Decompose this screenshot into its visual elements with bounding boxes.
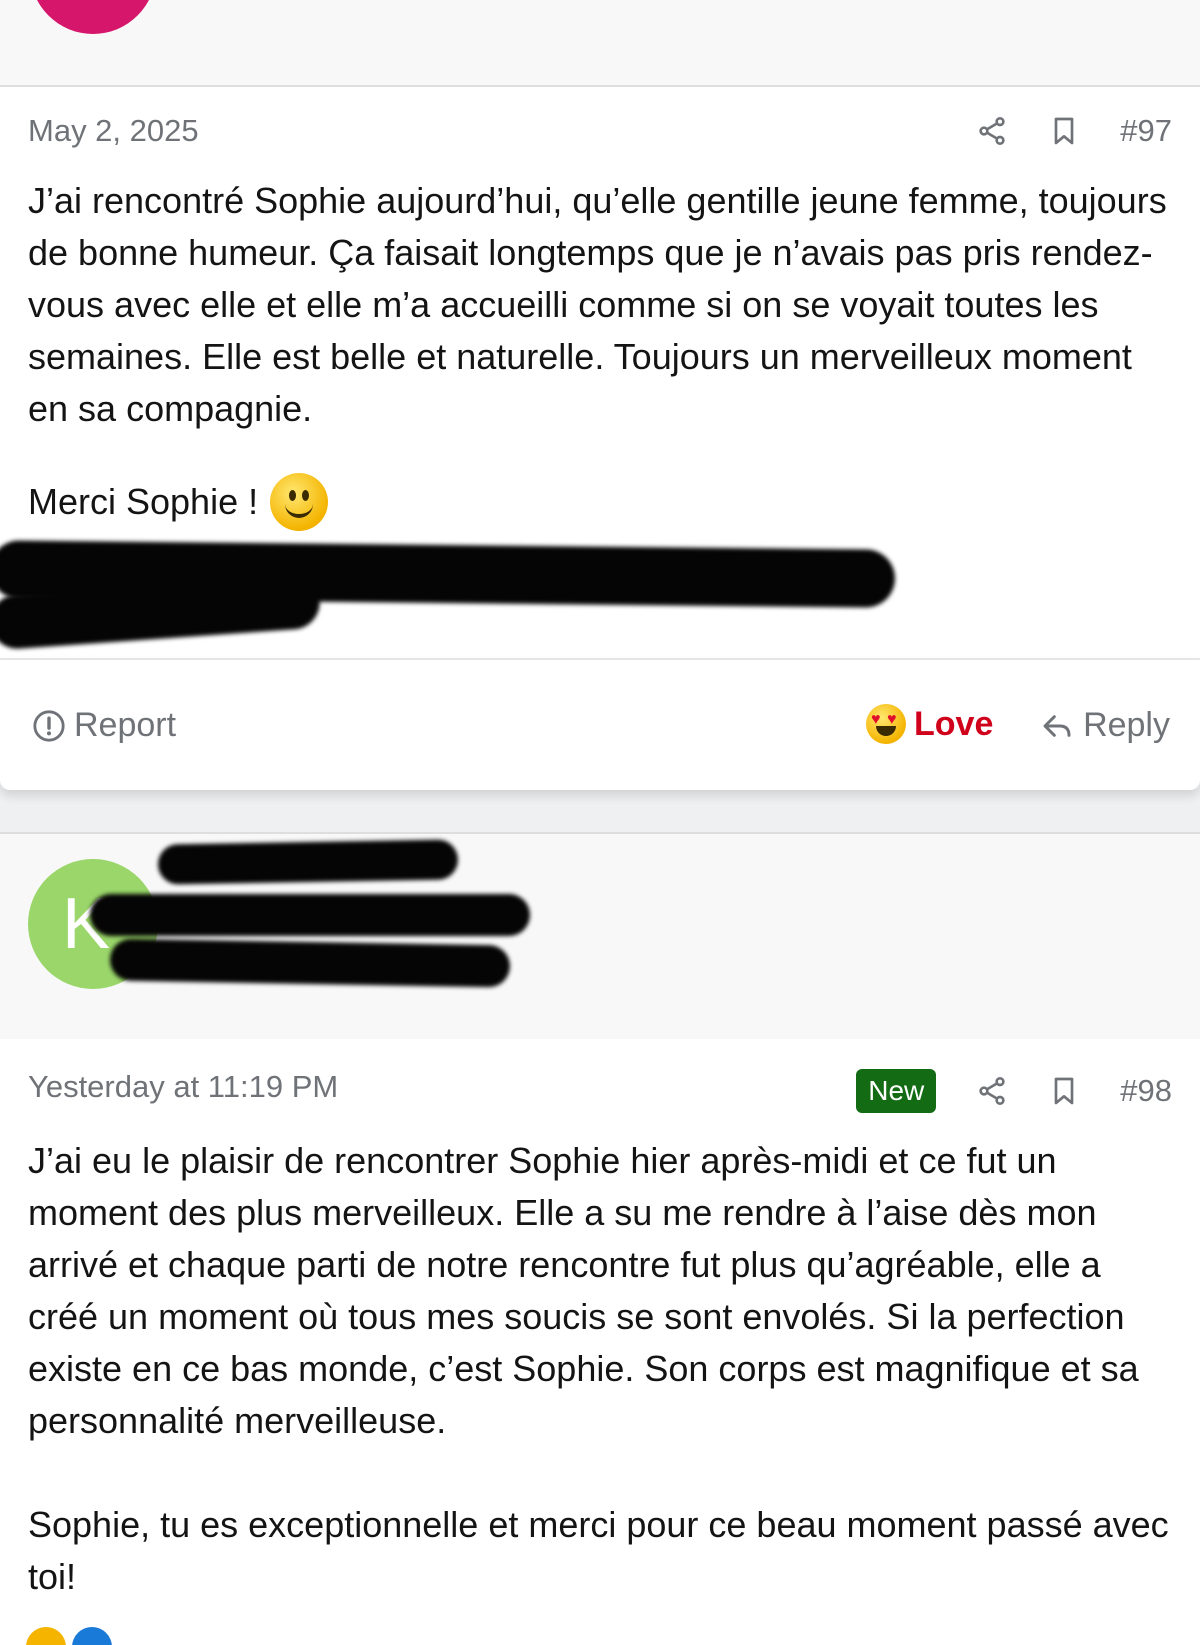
post-date[interactable]: Yesterday at 11:19 PM <box>28 1069 338 1105</box>
report-label: Report <box>74 706 177 744</box>
post-tools: New #98 <box>856 1069 1172 1113</box>
avatar[interactable] <box>30 0 156 34</box>
alert-circle-icon <box>33 709 65 742</box>
love-reaction-button[interactable]: ♥ ♥ Love <box>866 704 993 744</box>
post-number-link[interactable]: #97 <box>1120 113 1172 149</box>
reply-arrow-icon <box>1043 714 1071 737</box>
post-tools: #97 <box>976 113 1172 149</box>
post-closing-line: Sophie, tu es exceptionnelle et merci po… <box>28 1504 1179 1597</box>
forum-thread-page: May 2, 2025 #97 J’ai rencontré Sophie au… <box>0 0 1200 1645</box>
post-message: J’ai rencontré Sophie aujourd’hui, qu’el… <box>28 180 1177 429</box>
heart-eyes-icon: ♥ ♥ <box>866 704 906 744</box>
love-label: Love <box>914 704 994 743</box>
reply-button[interactable]: Reply <box>1041 706 1170 745</box>
post97-user-strip <box>0 0 1200 87</box>
post97-action-bar: Report ♥ ♥ Love Reply <box>0 658 1200 790</box>
closing-text: Merci Sophie ! <box>28 481 259 522</box>
heart-eyes-icon <box>26 1627 66 1645</box>
post98-body: Yesterday at 11:19 PM New #98 J’ai eu le… <box>0 1039 1200 1645</box>
like-icon <box>72 1627 112 1645</box>
reaction-summary[interactable] <box>26 1627 112 1645</box>
slightly-smiling-face-icon <box>270 473 329 531</box>
bookmark-icon[interactable] <box>1048 115 1080 147</box>
redaction-scribble <box>90 894 530 936</box>
report-button[interactable]: Report <box>32 706 176 745</box>
redaction-scribble <box>157 839 459 885</box>
post97-body: May 2, 2025 #97 J’ai rencontré Sophie au… <box>0 87 1200 658</box>
post-message: J’ai eu le plaisir de rencontrer Sophie … <box>28 1140 1149 1441</box>
share-icon[interactable] <box>976 115 1008 147</box>
redaction-scribble <box>109 938 511 988</box>
post-closing-line: Merci Sophie ! <box>28 473 1178 531</box>
post98-user-strip: K <box>0 832 1200 1041</box>
new-badge: New <box>856 1069 937 1113</box>
bookmark-icon[interactable] <box>1048 1075 1080 1107</box>
post-number-link[interactable]: #98 <box>1120 1073 1172 1109</box>
share-icon[interactable] <box>976 1075 1008 1107</box>
reply-label: Reply <box>1083 706 1170 744</box>
post-date[interactable]: May 2, 2025 <box>28 113 199 149</box>
